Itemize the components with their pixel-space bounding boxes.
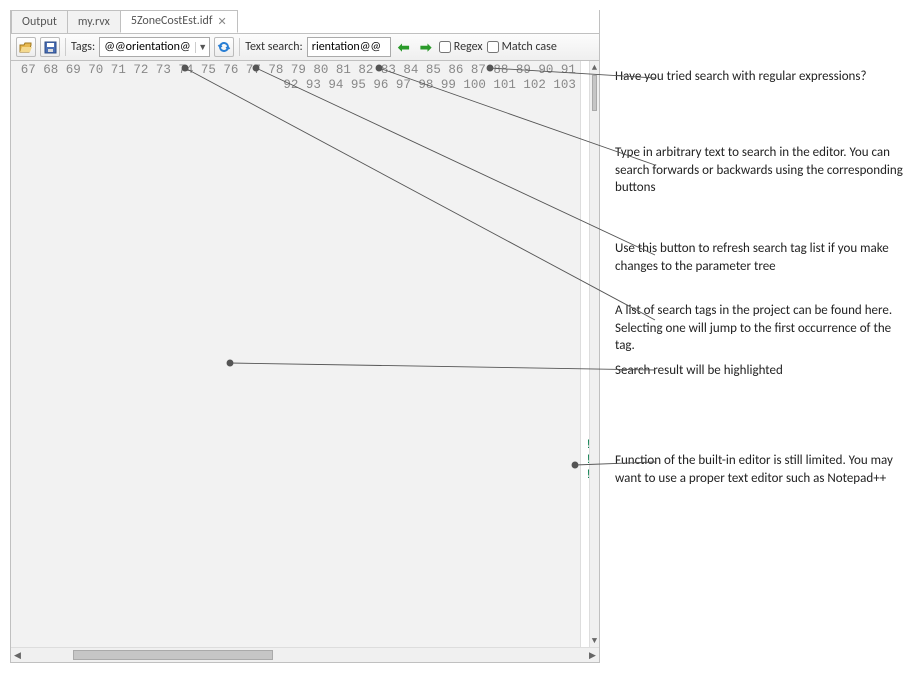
search-next-icon[interactable]: ➡ (417, 38, 435, 56)
matchcase-checkbox[interactable]: Match case (487, 40, 557, 54)
tab-output[interactable]: Output (11, 10, 68, 33)
annotation-text: Function of the built-in editor is still… (615, 452, 905, 487)
annotation-text: Search result will be highlighted (615, 362, 783, 380)
tab-5zonecostest[interactable]: 5ZoneCostEst.idf ✕ (120, 10, 238, 33)
chevron-down-icon[interactable]: ▼ (195, 42, 209, 53)
editor-window: Output my.rvx 5ZoneCostEst.idf ✕ Tags: ▼… (10, 10, 600, 663)
tabstrip: Output my.rvx 5ZoneCostEst.idf ✕ (11, 10, 599, 33)
tags-combo[interactable]: ▼ (99, 37, 210, 57)
tab-myrvx[interactable]: my.rvx (67, 10, 121, 33)
h-scroll-thumb[interactable] (73, 650, 273, 660)
text-search-input[interactable] (307, 37, 391, 57)
search-prev-icon[interactable]: ⬅ (395, 38, 413, 56)
annotation-text: Use this button to refresh search tag li… (615, 240, 905, 275)
refresh-tags-icon[interactable] (214, 37, 234, 57)
tags-input[interactable] (100, 38, 195, 56)
close-icon[interactable]: ✕ (218, 15, 227, 28)
text-search-label: Text search: (245, 40, 303, 54)
horizontal-scrollbar[interactable]: ◀ ▶ (11, 647, 599, 662)
annotation-text: A list of search tags in the project can… (615, 302, 905, 355)
save-icon[interactable] (40, 37, 60, 57)
v-scroll-thumb[interactable] (592, 75, 597, 111)
code-lines[interactable]: SurfaceConvectionAlgorithm:Inside,TARP; … (581, 61, 589, 647)
annotation-text: Have you tried search with regular expre… (615, 68, 866, 86)
annotation-text: Type in arbitrary text to search in the … (615, 144, 905, 197)
toolbar: Tags: ▼ Text search: ⬅ ➡ Regex Match cas… (11, 33, 599, 61)
line-gutter: 67 68 69 70 71 72 73 74 75 76 77 78 79 8… (11, 61, 581, 647)
vertical-scrollbar[interactable]: ▲ ▼ (589, 61, 599, 647)
code-area[interactable]: 67 68 69 70 71 72 73 74 75 76 77 78 79 8… (11, 61, 599, 647)
open-file-icon[interactable] (16, 37, 36, 57)
tags-label: Tags: (71, 40, 95, 54)
regex-checkbox[interactable]: Regex (439, 40, 483, 54)
